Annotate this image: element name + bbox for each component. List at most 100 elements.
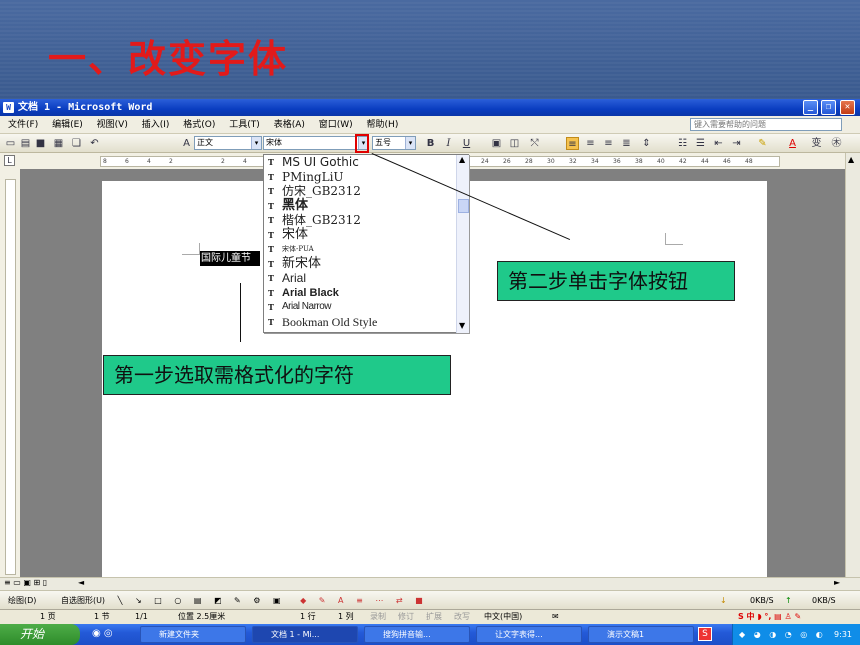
font-item-label: 仿宋_GB2312	[282, 184, 361, 198]
minimize-button[interactable]: _	[803, 100, 818, 115]
font-item[interactable]: T 宋体	[264, 227, 456, 243]
ime-status-icons[interactable]: S 中 ◗ °, ▤ ♙ ✎	[738, 610, 801, 624]
draw-menu[interactable]: 绘图(D)	[8, 596, 36, 605]
numbering-icon[interactable]: ☷	[676, 137, 689, 150]
font-list-scrollbar[interactable]: ▲ ▼	[456, 155, 469, 333]
font-list: T MS UI Gothic T PMingLiU T 仿宋_GB2312 T 黑体 T…	[264, 155, 456, 333]
scroll-right-icon[interactable]: ►	[834, 578, 840, 587]
net-up-value: 0KB/S	[812, 596, 836, 605]
status-ovr[interactable]: 改写	[454, 610, 470, 624]
ruler-tick: 34	[591, 158, 599, 165]
font-item[interactable]: T Arial	[264, 271, 456, 286]
style-dropdown-arrow[interactable]: ▾	[251, 137, 261, 149]
font-item[interactable]: T Arial Black	[264, 286, 456, 301]
menu-window[interactable]: 窗口(W)	[319, 120, 353, 130]
align-center-icon[interactable]: ≡	[584, 137, 597, 150]
font-item[interactable]: T 楷体_GB2312	[264, 213, 456, 228]
font-item[interactable]: T Bookman Old Style	[264, 315, 456, 330]
font-color-icon[interactable]: A	[786, 137, 799, 150]
scroll-up-icon[interactable]: ▲	[848, 155, 854, 164]
color-tools-icons[interactable]: ◆ ✎ A ≡ ⋯ ⇄ ■	[300, 596, 428, 605]
line-spacing-icon[interactable]: ⇕	[640, 137, 653, 150]
selected-text[interactable]: 国际儿童节	[200, 251, 260, 266]
system-tray: ◆ ◕ ◑ ◔ ◎ ◐ 9:31	[732, 624, 860, 645]
font-item[interactable]: T 新宋体	[264, 256, 456, 272]
help-search-input[interactable]: 键入需要帮助的问题	[690, 118, 842, 131]
style-icon: A	[183, 138, 190, 149]
highlight-icon[interactable]: ✎	[756, 137, 769, 150]
status-rec[interactable]: 录制	[370, 610, 386, 624]
char-shading-icon[interactable]: ◫	[508, 137, 521, 150]
menu-edit[interactable]: 编辑(E)	[52, 120, 83, 130]
status-ext[interactable]: 扩展	[426, 610, 442, 624]
justify-icon[interactable]: ≣	[620, 137, 633, 150]
underline-button[interactable]: U	[460, 137, 473, 150]
font-item[interactable]: T Arial Narrow	[264, 300, 456, 315]
horizontal-scrollbar[interactable]: ≡ ▭ ▣ ⊞ ▯ ◄ ►	[0, 577, 860, 590]
font-item[interactable]: T MS UI Gothic	[264, 155, 456, 170]
open-folder-icon[interactable]: ▤	[19, 137, 32, 150]
menu-file[interactable]: 文件(F)	[8, 120, 38, 130]
print-icon[interactable]: ▦	[52, 137, 65, 150]
menu-tools[interactable]: 工具(T)	[229, 120, 260, 130]
font-item[interactable]: T 宋体-PUA	[264, 242, 456, 257]
status-trk[interactable]: 修订	[398, 610, 414, 624]
taskbar-item-doc[interactable]: 让文字表得...	[476, 626, 582, 643]
char-border-icon[interactable]: ▣	[490, 137, 503, 150]
bold-button[interactable]: B	[424, 137, 437, 150]
margin-corner-mark	[665, 233, 683, 245]
callout-step1: 第一步选取需格式化的字符	[103, 355, 451, 395]
taskbar-item-folder[interactable]: 新建文件夹	[140, 626, 246, 643]
menu-view[interactable]: 视图(V)	[97, 120, 128, 130]
enclose-char-icon[interactable]: ㊍	[830, 137, 843, 150]
autoshapes-menu[interactable]: 自选图形(U)	[61, 596, 105, 605]
clock: 9:31	[834, 630, 852, 639]
scroll-left-icon[interactable]: ◄	[78, 578, 84, 587]
taskbar-item-ppt[interactable]: 演示文稿1	[588, 626, 694, 643]
menu-help[interactable]: 帮助(H)	[367, 120, 399, 130]
font-button-highlight	[355, 134, 369, 153]
char-scale-icon[interactable]: ⤲	[528, 137, 541, 150]
status-bar: 1 页 1 节 1/1 位置 2.5厘米 1 行 1 列 录制 修订 扩展 改写…	[0, 609, 860, 624]
size-dropdown-arrow[interactable]: ▾	[405, 137, 415, 149]
taskbar-item-label: 让文字表得...	[495, 630, 543, 639]
close-button[interactable]: ✕	[840, 100, 855, 115]
view-buttons[interactable]: ≡ ▭ ▣ ⊞ ▯	[4, 578, 47, 587]
decrease-indent-icon[interactable]: ⇤	[712, 137, 725, 150]
size-combo[interactable]: 五号 ▾	[372, 136, 416, 150]
tray-icons[interactable]: ◆ ◕ ◑ ◔ ◎ ◐	[739, 624, 826, 645]
scroll-down-icon[interactable]: ▼	[459, 321, 465, 330]
taskbar-item-ime[interactable]: 搜狗拼音输...	[364, 626, 470, 643]
align-right-icon[interactable]: ≡	[602, 137, 615, 150]
menu-insert[interactable]: 插入(I)	[142, 120, 170, 130]
quick-launch-icons[interactable]: ◉ ◎	[92, 628, 113, 639]
undo-icon[interactable]: ↶	[88, 137, 101, 150]
save-icon[interactable]: ■	[34, 137, 47, 150]
vertical-ruler[interactable]	[5, 179, 16, 575]
change-case-icon[interactable]: 变	[810, 137, 823, 150]
start-button[interactable]: 开始	[0, 624, 80, 645]
align-left-icon[interactable]: ≡	[566, 137, 579, 150]
restore-button[interactable]: ❐	[821, 100, 836, 115]
ruler-tick: 46	[723, 158, 731, 165]
menu-format[interactable]: 格式(O)	[183, 120, 215, 130]
sogou-tray-icon[interactable]: S	[698, 627, 712, 641]
copy-icon[interactable]: ❏	[70, 137, 83, 150]
scroll-thumb[interactable]	[458, 199, 469, 213]
bullets-icon[interactable]: ☰	[694, 137, 707, 150]
font-item[interactable]: T 黑体	[264, 198, 456, 214]
scroll-up-icon[interactable]: ▲	[459, 155, 465, 164]
menu-table[interactable]: 表格(A)	[274, 120, 305, 130]
taskbar-item-word[interactable]: 文档 1 - Mi...	[252, 626, 358, 643]
font-combo[interactable]: 宋体 ▾	[263, 136, 369, 150]
style-combo[interactable]: 正文 ▾	[194, 136, 262, 150]
drawing-toolbar: 绘图(D) 自选图形(U) ╲ ↘ □ ○ ▤ ◩ ✎ ⚙ ▣ ◆ ✎ A ≡ …	[0, 590, 860, 609]
new-document-icon[interactable]: ▭	[4, 137, 17, 150]
increase-indent-icon[interactable]: ⇥	[730, 137, 743, 150]
tab-selector-icon[interactable]: L	[4, 155, 15, 166]
vertical-scrollbar[interactable]: ▲ ▼	[845, 153, 860, 634]
font-item-label: 楷体_GB2312	[282, 213, 361, 227]
italic-button[interactable]: I	[442, 137, 455, 150]
font-item[interactable]: T 仿宋_GB2312	[264, 184, 456, 199]
shape-tools-icons[interactable]: ╲ ↘ □ ○ ▤ ◩ ✎ ⚙ ▣	[118, 596, 286, 605]
